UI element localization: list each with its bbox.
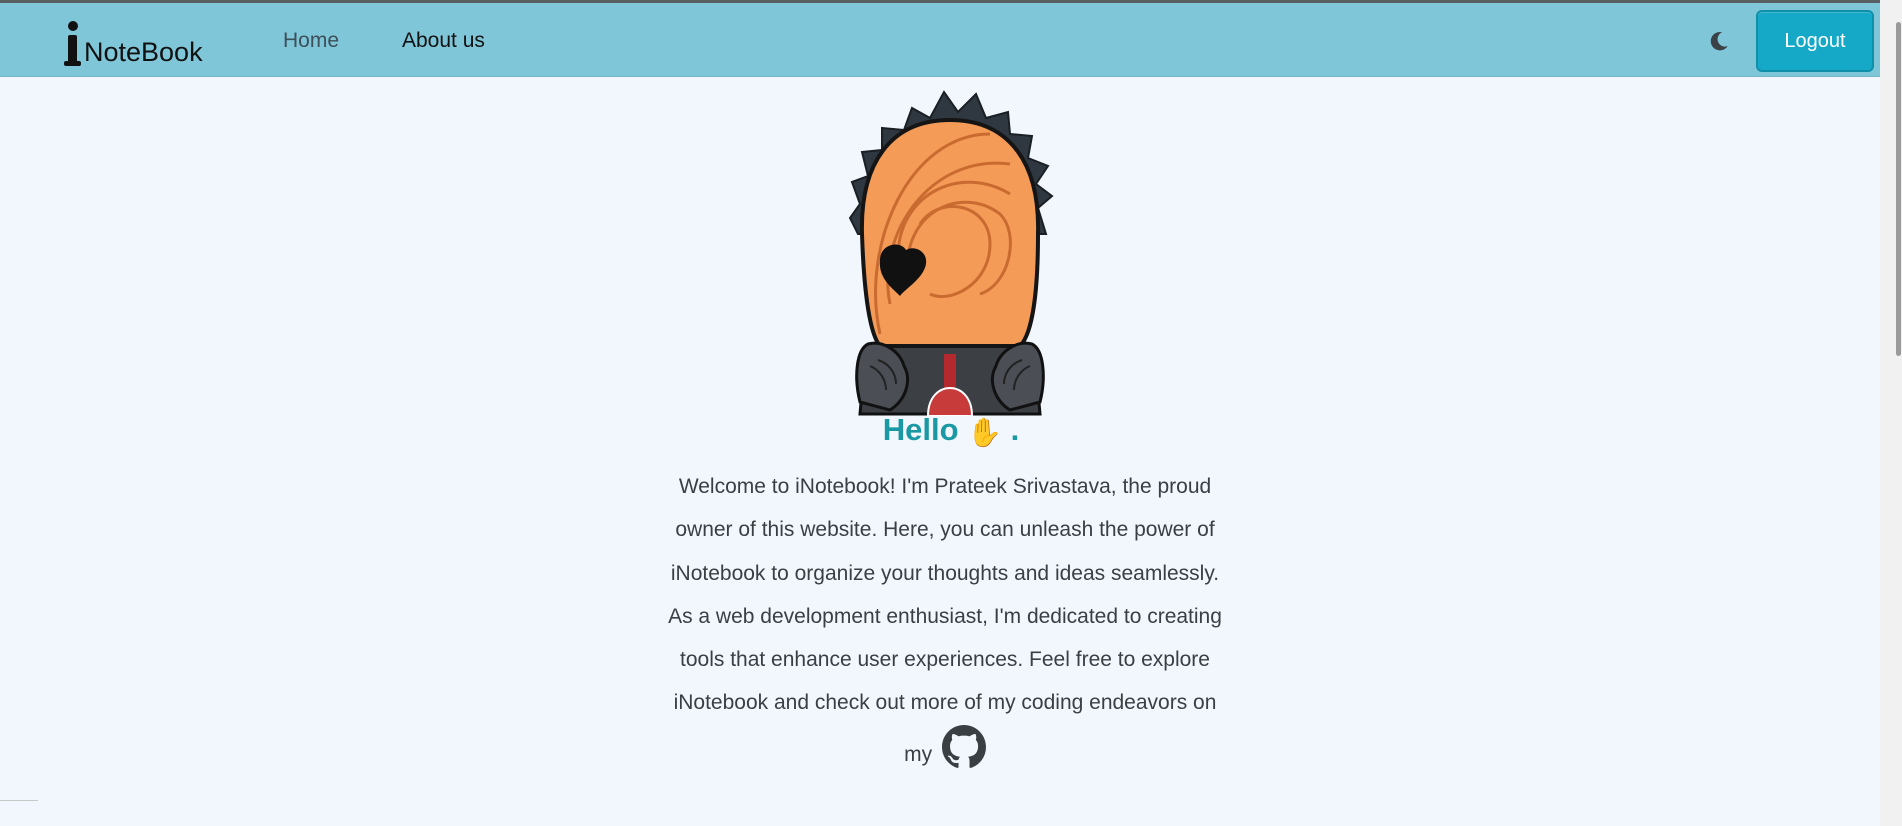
divider <box>0 800 38 801</box>
welcome-text: Welcome to iNotebook! I'm Prateek Srivas… <box>668 475 1222 766</box>
navbar: NoteBook Home About us Logout <box>0 3 1880 77</box>
brand-i-glyph <box>62 19 82 69</box>
moon-icon[interactable] <box>1708 30 1730 52</box>
logout-button[interactable]: Logout <box>1756 10 1874 72</box>
waving-hand-icon: ✋ <box>967 417 1003 448</box>
scrollbar-thumb[interactable] <box>1896 22 1901 356</box>
greeting-text: Hello <box>882 412 959 447</box>
brand-logo[interactable]: NoteBook <box>62 13 203 69</box>
greeting-heading: Hello ✋ . <box>0 412 1902 449</box>
welcome-paragraph: Welcome to iNotebook! I'm Prateek Srivas… <box>660 465 1230 776</box>
github-icon[interactable] <box>941 724 986 769</box>
greeting-suffix: . <box>1010 412 1020 447</box>
brand-text: NoteBook <box>84 37 203 67</box>
hero-illustration <box>848 90 1054 416</box>
nav-home-link[interactable]: Home <box>283 29 339 53</box>
nav-about-link[interactable]: About us <box>402 29 485 53</box>
